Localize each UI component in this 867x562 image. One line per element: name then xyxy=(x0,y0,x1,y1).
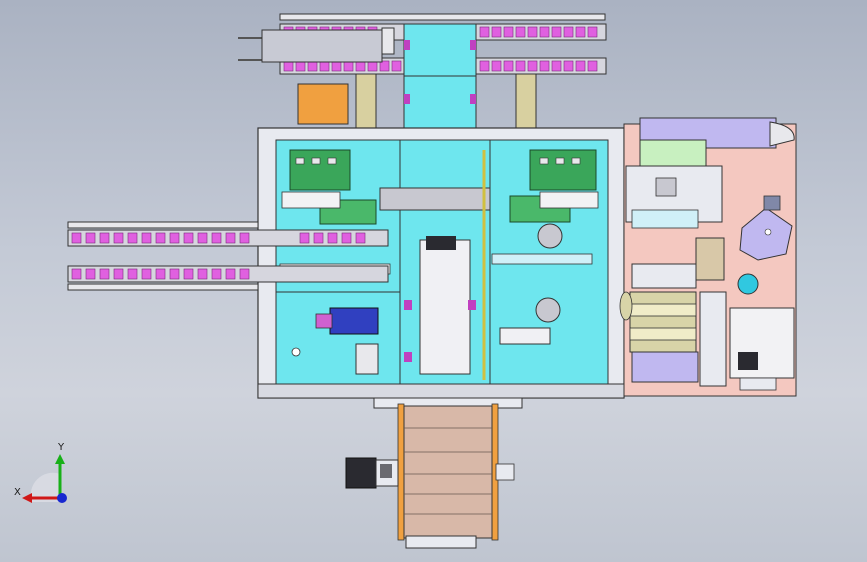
round-sensor-bottom xyxy=(535,297,561,323)
stepper-motor[interactable] xyxy=(345,457,399,489)
mount-hole xyxy=(291,347,301,357)
y-axis-label: Y xyxy=(58,442,65,453)
top-center-block[interactable] xyxy=(403,23,477,129)
assembly-drawing[interactable] xyxy=(0,0,867,562)
inner-rod xyxy=(491,253,593,265)
round-sensor-top xyxy=(537,223,563,249)
blue-valve[interactable] xyxy=(329,307,379,335)
z-axis-dot xyxy=(57,493,67,503)
top-right-conveyor[interactable] xyxy=(475,23,607,75)
axis-triad xyxy=(22,454,67,503)
valve-fitting xyxy=(315,313,333,329)
cad-viewport[interactable]: Y X xyxy=(0,0,867,562)
drum-bracket xyxy=(495,463,515,481)
valve-bracket xyxy=(355,343,379,375)
right-module[interactable] xyxy=(619,117,797,397)
orange-motor-block[interactable] xyxy=(297,83,349,125)
slide-block xyxy=(499,327,551,345)
x-axis-label: X xyxy=(14,487,21,498)
